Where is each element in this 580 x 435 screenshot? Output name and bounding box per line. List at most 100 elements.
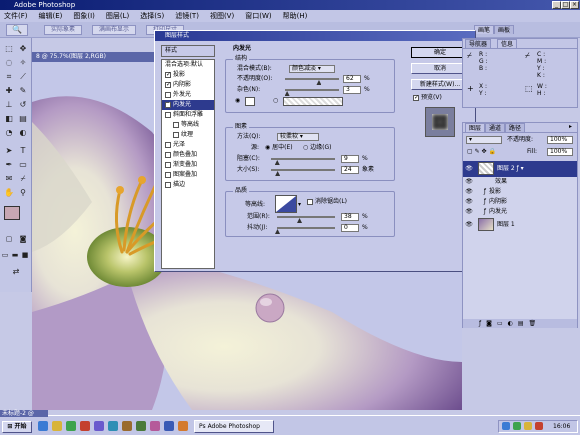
screen-mode-menubar-icon[interactable]: ▬: [10, 250, 20, 260]
cancel-button[interactable]: 取消: [411, 63, 469, 74]
minimize-button[interactable]: _: [552, 1, 561, 9]
visibility-eye-icon[interactable]: 👁: [463, 161, 475, 177]
move-tool-icon[interactable]: ✥: [16, 42, 30, 55]
delete-layer-icon[interactable]: 🗑: [529, 320, 542, 327]
method-select[interactable]: 较柔软 ▾: [277, 133, 319, 141]
layer-blend-mode-select[interactable]: ▾: [466, 136, 502, 144]
layer-row[interactable]: 👁 图层 2 ƒ ▾: [463, 161, 577, 177]
layer-effects-indicator-icon[interactable]: ƒ ▾: [515, 165, 524, 172]
effect-checkbox[interactable]: [165, 91, 171, 98]
tab-paths[interactable]: 路径: [505, 123, 526, 132]
glow-gradient-picker[interactable]: [283, 97, 343, 106]
zoom-tool-icon[interactable]: 🔍: [6, 24, 28, 36]
ie-icon[interactable]: [52, 421, 62, 431]
brush-tool-icon[interactable]: ✎: [16, 84, 30, 97]
source-edge-radio[interactable]: ○ 边缘(G): [303, 144, 332, 152]
new-set-icon[interactable]: ▭: [497, 320, 508, 327]
effect-item-0[interactable]: ✓ 投影: [162, 70, 214, 80]
minimized-doc-tab[interactable]: 未标题-2 @: [0, 410, 48, 417]
layer-opacity-input[interactable]: 100%: [547, 136, 573, 144]
menu-item-6[interactable]: 视图(V): [210, 10, 234, 22]
tray-volume-icon[interactable]: [524, 422, 532, 430]
app-icon-10[interactable]: [164, 421, 174, 431]
choke-slider[interactable]: [271, 158, 335, 160]
healing-brush-tool-icon[interactable]: ✚: [2, 84, 16, 97]
effect-item-5[interactable]: 等高线: [162, 120, 214, 130]
quick-mask-icon[interactable]: ◙: [16, 234, 30, 244]
tray-network-icon[interactable]: [502, 422, 510, 430]
effect-item-11[interactable]: 描边: [162, 180, 214, 190]
menu-item-7[interactable]: 窗口(W): [245, 10, 271, 22]
menu-item-0[interactable]: 文件(F): [4, 10, 28, 22]
new-style-button[interactable]: 新建样式(W)...: [411, 79, 469, 90]
blend-mode-select[interactable]: 颜色减淡 ▾: [289, 65, 335, 73]
effect-item-10[interactable]: 图案叠加: [162, 170, 214, 180]
blur-tool-icon[interactable]: ◔: [2, 126, 16, 139]
add-mask-icon[interactable]: ◙: [486, 320, 497, 327]
source-center-radio[interactable]: ◉ 居中(E): [265, 144, 293, 152]
effect-checkbox[interactable]: [165, 161, 171, 168]
preview-checkbox[interactable]: ✓ 预览(V): [413, 94, 442, 102]
styles-header[interactable]: 样式: [161, 45, 215, 57]
foreground-color-swatch[interactable]: [4, 206, 20, 220]
jitter-slider[interactable]: [277, 227, 335, 229]
history-brush-tool-icon[interactable]: ↺: [16, 98, 30, 111]
app-icon-6[interactable]: [108, 421, 118, 431]
range-slider[interactable]: [277, 216, 335, 218]
layer-fill-input[interactable]: 100%: [547, 148, 573, 156]
app-icon-7[interactable]: [122, 421, 132, 431]
range-input[interactable]: 38: [341, 213, 359, 221]
hand-tool-icon[interactable]: ✋: [2, 186, 16, 199]
opacity-slider[interactable]: [285, 78, 339, 80]
tab-navigator[interactable]: 导航器: [465, 39, 492, 48]
layer-row[interactable]: 👁 图层 1: [463, 217, 577, 233]
type-tool-icon[interactable]: T: [16, 144, 30, 157]
tab-channels[interactable]: 通道: [485, 123, 506, 132]
visibility-eye-icon[interactable]: 👁: [463, 177, 475, 187]
effect-checkbox[interactable]: ✓: [165, 71, 171, 78]
jump-to-imageready-icon[interactable]: ⇄: [8, 266, 24, 278]
gradient-tool-icon[interactable]: ▤: [16, 112, 30, 125]
zoom-tool-icon[interactable]: ⚲: [16, 186, 30, 199]
size-input[interactable]: 24: [341, 166, 359, 174]
visibility-eye-icon[interactable]: 👁: [463, 197, 475, 207]
effect-checkbox[interactable]: [165, 181, 171, 188]
contour-dropdown-icon[interactable]: ▾: [298, 201, 301, 209]
menu-item-3[interactable]: 图层(L): [106, 10, 129, 22]
app-icon-5[interactable]: [94, 421, 104, 431]
effect-checkbox[interactable]: [165, 111, 171, 118]
effect-item-3[interactable]: ✓ 内发光: [162, 100, 214, 110]
maximize-button[interactable]: □: [561, 1, 570, 9]
screen-mode-standard-icon[interactable]: ▭: [0, 250, 10, 260]
opacity-input[interactable]: 62: [343, 75, 361, 83]
tab-tool-presets[interactable]: 画板: [494, 25, 515, 34]
app-icon-11[interactable]: [178, 421, 188, 431]
eyedropper-tool-icon[interactable]: ⌿: [16, 172, 30, 185]
menu-item-5[interactable]: 滤镜(T): [175, 10, 199, 22]
actual-pixels-button[interactable]: 实际象素: [44, 25, 82, 35]
dodge-tool-icon[interactable]: ◐: [16, 126, 30, 139]
effect-checkbox[interactable]: ✓: [165, 101, 171, 108]
effect-row[interactable]: 👁 ƒ 投影: [463, 187, 577, 197]
jitter-input[interactable]: 0: [341, 224, 359, 232]
menu-item-1[interactable]: 编辑(E): [39, 10, 63, 22]
pen-tool-icon[interactable]: ✒: [2, 158, 16, 171]
menu-item-4[interactable]: 选择(S): [140, 10, 164, 22]
effect-item-7[interactable]: 光泽: [162, 140, 214, 150]
tab-info[interactable]: 信息: [497, 39, 518, 48]
effect-checkbox[interactable]: ✓: [165, 81, 171, 88]
standard-mode-icon[interactable]: ▢: [2, 234, 16, 244]
menu-item-8[interactable]: 帮助(H): [283, 10, 308, 22]
shape-tool-icon[interactable]: ▭: [16, 158, 30, 171]
magic-wand-tool-icon[interactable]: ✧: [16, 56, 30, 69]
effect-item-1[interactable]: ✓ 内阴影: [162, 80, 214, 90]
contour-picker[interactable]: [275, 195, 297, 213]
gradient-radio[interactable]: ○: [273, 97, 278, 105]
noise-input[interactable]: 3: [343, 86, 361, 94]
eraser-tool-icon[interactable]: ◧: [2, 112, 16, 125]
photoshop-taskbar-button[interactable]: Ps Adobe Photoshop: [194, 420, 274, 433]
panel-menu-icon[interactable]: ▸: [569, 123, 572, 131]
marquee-tool-icon[interactable]: ⬚: [2, 42, 16, 55]
glow-color-swatch[interactable]: [245, 97, 255, 106]
ok-button[interactable]: 确定: [411, 47, 469, 58]
